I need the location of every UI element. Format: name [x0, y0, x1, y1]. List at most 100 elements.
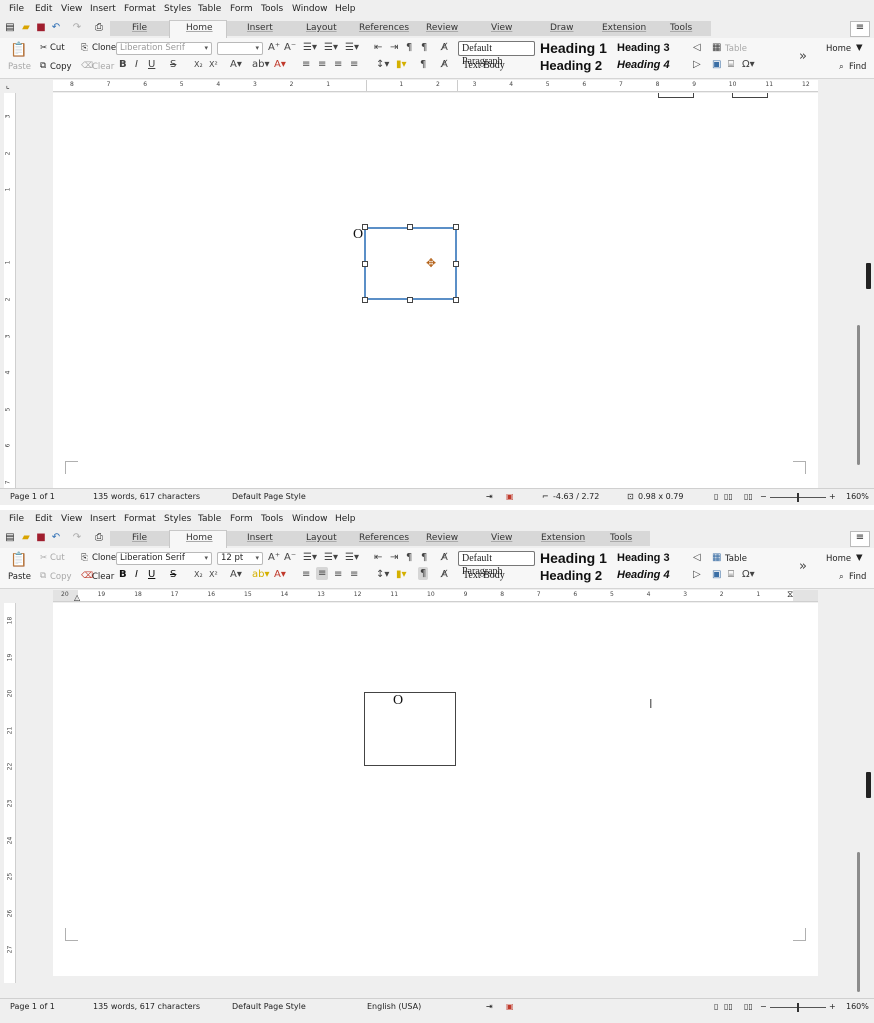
- paste-button[interactable]: Paste: [8, 572, 31, 582]
- hamburger-menu-icon[interactable]: ≡: [850, 531, 870, 547]
- tab-home[interactable]: Home: [186, 23, 213, 33]
- document-modified-icon[interactable]: ▣: [506, 492, 514, 501]
- new-document-icon[interactable]: ▤: [4, 532, 16, 544]
- resize-handle[interactable]: [362, 297, 368, 303]
- bold-button[interactable]: B: [119, 569, 127, 580]
- tab-extension[interactable]: Extension: [541, 533, 585, 543]
- table-icon[interactable]: ▦: [712, 42, 721, 53]
- table-icon[interactable]: ▦: [712, 552, 721, 563]
- font-name-combo[interactable]: Liberation Serif ▾: [116, 552, 212, 565]
- style-heading-2[interactable]: Heading 2: [540, 58, 602, 73]
- tab-view[interactable]: View: [491, 23, 512, 33]
- indent-increase-icon[interactable]: ⇥: [390, 552, 398, 563]
- selection-mode-icon[interactable]: ⇥: [486, 492, 493, 501]
- home-dropdown[interactable]: Home: [826, 44, 851, 54]
- subscript-button[interactable]: X₂: [194, 570, 203, 579]
- horizontal-ruler[interactable]: 8 7 6 5 4 3 2 1 1 2 3 4 5 6 7 8 9 10 11 12: [53, 80, 818, 92]
- superscript-button[interactable]: X²: [209, 570, 218, 579]
- numbering-icon[interactable]: ☰▾: [324, 42, 338, 53]
- character-spacing-icon[interactable]: A▾: [230, 569, 242, 580]
- styles-prev-icon[interactable]: ◁: [693, 552, 701, 563]
- align-right-icon[interactable]: ≡: [334, 59, 342, 70]
- align-left-icon[interactable]: ≡: [302, 59, 310, 70]
- menu-insert[interactable]: Insert: [90, 514, 116, 524]
- single-page-view-icon[interactable]: ▯: [714, 492, 718, 501]
- indent-decrease-icon[interactable]: ⇤: [374, 42, 382, 53]
- undo-icon[interactable]: ↶: [50, 22, 62, 34]
- font-size-combo[interactable]: ▾: [217, 42, 263, 55]
- grow-font-icon[interactable]: A⁺: [268, 552, 280, 563]
- paste-button[interactable]: Paste: [8, 62, 31, 72]
- copy-button[interactable]: Copy: [50, 572, 72, 582]
- tab-review[interactable]: Review: [426, 23, 458, 33]
- strikethrough-button[interactable]: S: [170, 59, 176, 70]
- open-folder-icon[interactable]: ▰: [20, 22, 32, 34]
- menu-table[interactable]: Table: [198, 4, 221, 14]
- italic-button[interactable]: I: [135, 569, 138, 580]
- document-modified-icon[interactable]: ▣: [506, 1002, 514, 1011]
- tab-view[interactable]: View: [491, 533, 512, 543]
- horizontal-ruler[interactable]: △ ⧖ 20 19 18 17 16 15 14 13 12 11 10 9 8 7 6 5 4 3 2 1: [53, 590, 818, 602]
- clear-button[interactable]: Clear: [92, 62, 114, 72]
- menu-file[interactable]: File: [9, 4, 24, 14]
- resize-handle[interactable]: [407, 224, 413, 230]
- table-button[interactable]: Table: [725, 44, 747, 54]
- undo-icon[interactable]: ↶: [50, 532, 62, 544]
- menu-help[interactable]: Help: [335, 4, 356, 14]
- menu-tools[interactable]: Tools: [261, 514, 283, 524]
- tab-layout[interactable]: Layout: [306, 533, 337, 543]
- indent-marker-icon[interactable]: ⧖: [787, 590, 793, 600]
- indent-marker-icon[interactable]: △: [74, 593, 80, 601]
- status-page[interactable]: Page 1 of 1: [10, 1002, 55, 1011]
- resize-handle[interactable]: [362, 261, 368, 267]
- zoom-slider-knob[interactable]: [797, 493, 799, 502]
- tab-insert[interactable]: Insert: [247, 23, 273, 33]
- single-page-view-icon[interactable]: ▯: [714, 1002, 718, 1011]
- text-frame[interactable]: [364, 692, 456, 766]
- bullets-icon[interactable]: ☰▾: [303, 42, 317, 53]
- strikethrough-button[interactable]: S: [170, 569, 176, 580]
- menu-view[interactable]: View: [61, 4, 82, 14]
- tab-tools[interactable]: Tools: [610, 533, 632, 543]
- text-frame[interactable]: [732, 93, 768, 98]
- more-options-icon[interactable]: »: [799, 559, 807, 574]
- tab-insert[interactable]: Insert: [247, 533, 273, 543]
- shrink-font-icon[interactable]: A⁻: [284, 42, 296, 53]
- style-edit-icon[interactable]: A̸: [441, 552, 448, 563]
- tab-layout[interactable]: Layout: [306, 23, 337, 33]
- shrink-font-icon[interactable]: A⁻: [284, 552, 296, 563]
- zoom-in-icon[interactable]: +: [829, 492, 836, 501]
- align-justify-icon[interactable]: ≡: [350, 59, 358, 70]
- underline-button[interactable]: U: [148, 569, 155, 580]
- redo-icon[interactable]: ↷: [71, 532, 83, 544]
- align-center-icon[interactable]: ≡: [316, 567, 329, 580]
- font-name-combo[interactable]: Liberation Serif ▾: [116, 42, 212, 55]
- tab-references[interactable]: References: [359, 23, 409, 33]
- vertical-scrollbar[interactable]: [853, 80, 864, 488]
- home-dropdown[interactable]: Home: [826, 554, 851, 564]
- menu-styles[interactable]: Styles: [164, 4, 191, 14]
- align-right-icon[interactable]: ≡: [334, 569, 342, 580]
- menu-styles[interactable]: Styles: [164, 514, 191, 524]
- multi-page-view-icon[interactable]: ▯▯: [724, 492, 733, 501]
- tab-draw[interactable]: Draw: [550, 23, 574, 33]
- status-language[interactable]: English (USA): [367, 1002, 421, 1011]
- tab-file[interactable]: File: [132, 533, 147, 543]
- outline-icon[interactable]: ☰▾: [345, 42, 359, 53]
- menu-form[interactable]: Form: [230, 514, 253, 524]
- font-color-icon[interactable]: A▾: [274, 569, 286, 580]
- status-page[interactable]: Page 1 of 1: [10, 492, 55, 501]
- menu-tools[interactable]: Tools: [261, 4, 283, 14]
- line-spacing-icon[interactable]: ↕▾: [376, 59, 389, 70]
- styles-next-icon[interactable]: ▷: [693, 569, 701, 580]
- paste-icon[interactable]: 📋: [10, 552, 27, 568]
- style-heading-1[interactable]: Heading 1: [540, 40, 607, 56]
- chart-icon[interactable]: ⌸: [728, 59, 734, 70]
- clear-button[interactable]: Clear: [92, 572, 114, 582]
- vertical-scrollbar[interactable]: [853, 590, 864, 998]
- font-size-combo[interactable]: 12 pt ▾: [217, 552, 263, 565]
- zoom-out-icon[interactable]: −: [760, 492, 767, 501]
- tab-review[interactable]: Review: [426, 533, 458, 543]
- zoom-out-icon[interactable]: −: [760, 1002, 767, 1011]
- more-options-icon[interactable]: »: [799, 49, 807, 64]
